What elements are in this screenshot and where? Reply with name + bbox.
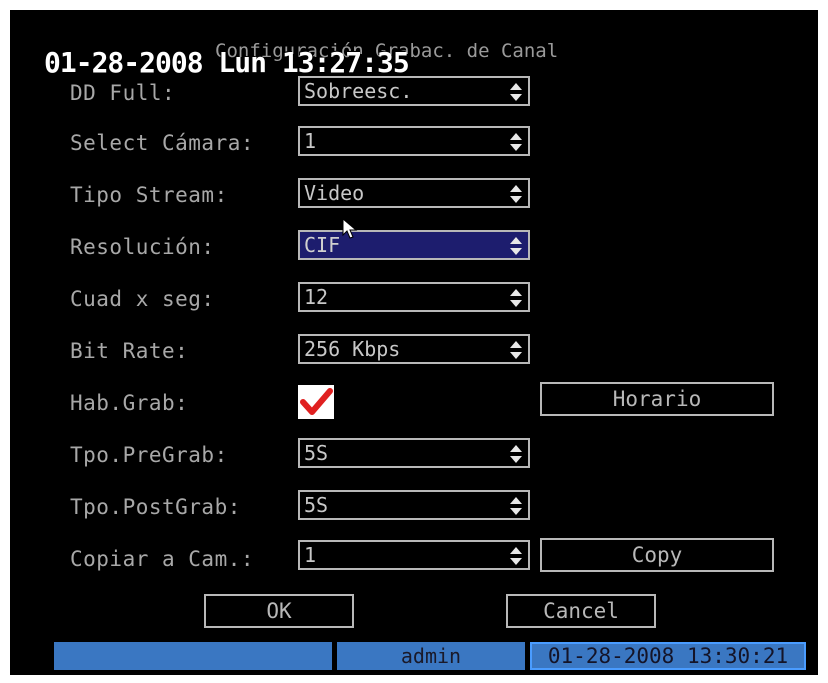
spinner-icon [510,185,522,203]
copiar-a-cam-select[interactable]: 1 [298,540,530,570]
cuad-x-seg-value: 12 [304,285,329,309]
tpo-pregrab-value: 5S [304,441,329,465]
label-tpo-pregrab: Tpo.PreGrab: [70,443,228,467]
ok-button[interactable]: OK [204,594,354,628]
cancel-button[interactable]: Cancel [506,594,656,628]
statusbar-datetime: 01-28-2008 13:30:21 [530,642,806,670]
resolucion-value: CIF [304,233,341,257]
label-cuad-x-seg: Cuad x seg: [70,287,215,311]
horario-button[interactable]: Horario [540,382,774,416]
label-bit-rate: Bit Rate: [70,339,189,363]
spinner-icon [510,289,522,307]
label-select-camara: Select Cámara: [70,131,255,155]
label-dd-full: DD Full: [70,81,176,105]
spinner-icon [510,83,522,101]
tpo-postgrab-select[interactable]: 5S [298,490,530,520]
tpo-postgrab-value: 5S [304,493,329,517]
spinner-icon [510,445,522,463]
copiar-a-cam-value: 1 [304,543,317,567]
tipo-stream-value: Video [304,181,365,205]
label-hab-grab: Hab.Grab: [70,391,189,415]
dd-full-value: Sobreesc. [304,79,413,103]
spinner-icon [510,237,522,255]
label-resolucion: Resolución: [70,235,215,259]
label-tpo-postgrab: Tpo.PostGrab: [70,495,241,519]
select-camara-value: 1 [304,129,317,153]
resolucion-select[interactable]: CIF [298,230,530,260]
spinner-icon [510,547,522,565]
mouse-cursor-icon [342,218,358,239]
spinner-icon [510,133,522,151]
checkmark-icon [300,388,333,415]
bit-rate-select[interactable]: 256 Kbps [298,334,530,364]
statusbar-user: admin [337,642,525,670]
statusbar-left [54,642,332,670]
cuad-x-seg-select[interactable]: 12 [298,282,530,312]
bit-rate-value: 256 Kbps [304,337,401,361]
spinner-icon [510,341,522,359]
copy-button[interactable]: Copy [540,538,774,572]
select-camara-select[interactable]: 1 [298,126,530,156]
spinner-icon [510,497,522,515]
label-tipo-stream: Tipo Stream: [70,183,228,207]
dvr-screen: Configuración Grabac. de Canal 01-28-200… [10,10,818,675]
tipo-stream-select[interactable]: Video [298,178,530,208]
hab-grab-checkbox[interactable] [298,385,334,419]
tpo-pregrab-select[interactable]: 5S [298,438,530,468]
osd-datetime: 01-28-2008 Lun 13:27:35 [44,46,410,79]
dd-full-select[interactable]: Sobreesc. [298,76,530,106]
label-copiar-a-cam: Copiar a Cam.: [70,547,255,571]
